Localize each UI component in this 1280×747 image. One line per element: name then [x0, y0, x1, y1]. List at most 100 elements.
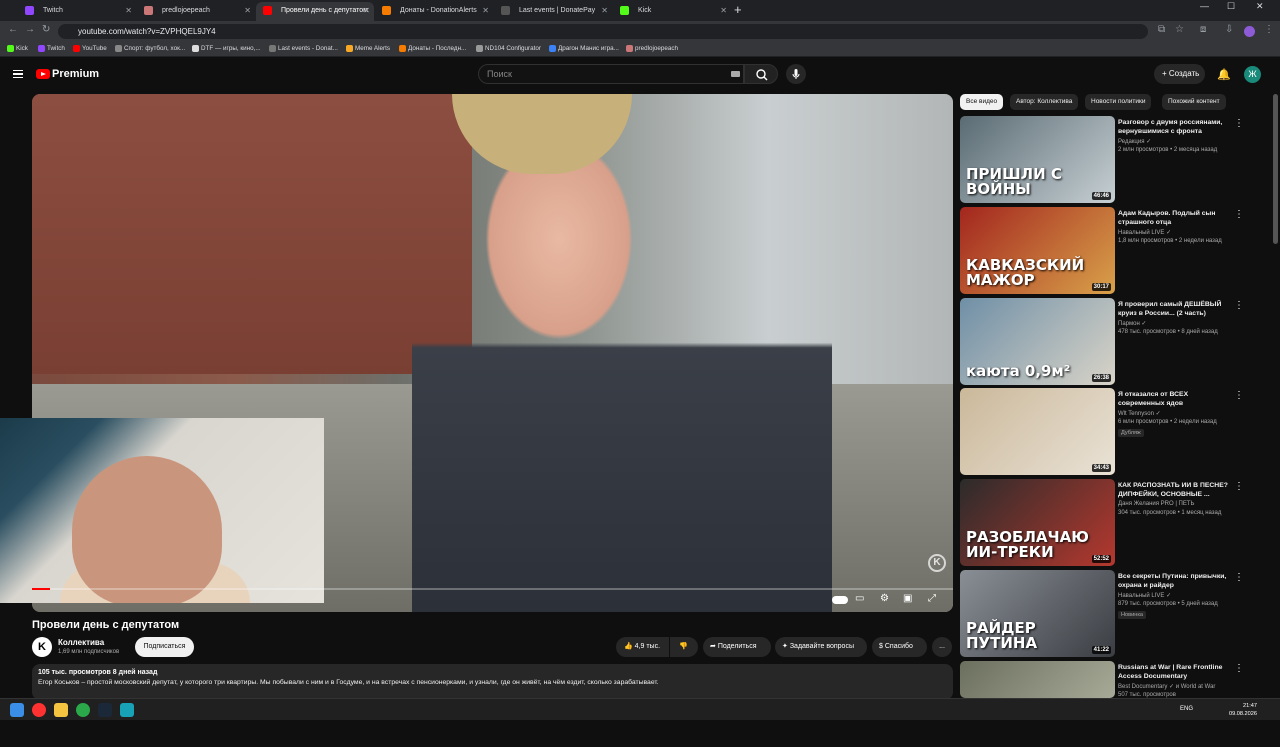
- steam-icon[interactable]: [98, 703, 112, 717]
- search-input[interactable]: Поиск: [478, 64, 744, 84]
- recommendation-card[interactable]: КАВКАЗСКИЙ МАЖОР 30:17 Адам Кадыров. Подлы…: [960, 207, 1270, 294]
- search-button[interactable]: [744, 64, 778, 84]
- yandex-browser-icon[interactable]: [32, 703, 46, 717]
- chip-by-author[interactable]: Автор: Коллектива: [1010, 94, 1079, 110]
- bookmark-item[interactable]: Twitch: [38, 45, 65, 52]
- chip-all-videos[interactable]: Все видео: [960, 94, 1004, 110]
- profile-avatar[interactable]: [1244, 26, 1255, 37]
- notifications-bell-icon[interactable]: 🔔: [1217, 68, 1231, 81]
- file-explorer-icon[interactable]: [54, 703, 68, 717]
- video-thumbnail[interactable]: КАВКАЗСКИЙ МАЖОР 30:17: [960, 207, 1115, 294]
- url-field[interactable]: youtube.com/watch?v=ZVPHQEL9JY4: [58, 24, 1148, 39]
- app-icon[interactable]: [120, 703, 134, 717]
- bookmark-item[interactable]: Kick: [7, 45, 28, 52]
- more-options-icon[interactable]: ⋮: [1234, 390, 1244, 401]
- start-icon[interactable]: [10, 703, 24, 717]
- subtitles-icon[interactable]: ▭: [855, 593, 864, 604]
- close-icon[interactable]: ✕: [601, 2, 608, 19]
- rec-title[interactable]: Разговор с двумя россиянами, вернувшимис…: [1118, 118, 1230, 136]
- bookmark-item[interactable]: YouTube: [73, 45, 107, 52]
- browser-tab[interactable]: Донаты - DonationAlerts ✕: [375, 2, 493, 21]
- rec-channel[interactable]: Wlt Tennyson ✓: [1118, 410, 1161, 417]
- video-thumbnail[interactable]: каюта 0,9м² 26:38: [960, 298, 1115, 385]
- rec-title[interactable]: Я отказался от ВСЕХ современных ядов: [1118, 390, 1230, 408]
- downloads-icon[interactable]: ⇩: [1225, 24, 1233, 35]
- install-icon[interactable]: ⧉: [1158, 24, 1165, 35]
- ask-button[interactable]: ✦ Задавайте вопросы: [775, 637, 867, 657]
- new-tab-button[interactable]: +: [734, 2, 742, 17]
- close-icon[interactable]: ✕: [482, 2, 489, 19]
- clock[interactable]: 21:47 09.08.2026: [1229, 702, 1257, 718]
- browser-tab[interactable]: Twitch ✕: [18, 2, 136, 21]
- progress-bar[interactable]: [32, 588, 953, 590]
- close-icon[interactable]: ✕: [720, 2, 727, 19]
- rec-title[interactable]: Я проверил самый ДЕШЁВЫЙ круиз в России.…: [1118, 300, 1230, 318]
- create-button[interactable]: + Создать: [1154, 64, 1205, 84]
- video-thumbnail[interactable]: ПРИШЛИ С ВОЙНЫ 46:46: [960, 116, 1115, 203]
- video-thumbnail[interactable]: [960, 661, 1115, 698]
- more-options-icon[interactable]: ⋮: [1234, 209, 1244, 220]
- bookmark-item[interactable]: predlojoepeach: [626, 45, 678, 52]
- more-options-icon[interactable]: ⋮: [1234, 118, 1244, 129]
- bookmark-item[interactable]: Драгон Манис игра...: [549, 45, 619, 52]
- fullscreen-icon[interactable]: ⤢: [928, 593, 936, 604]
- bookmark-star-icon[interactable]: ☆: [1175, 24, 1184, 35]
- subscribe-button[interactable]: Подписаться: [135, 637, 194, 657]
- thanks-button[interactable]: $ Спасибо: [872, 637, 927, 657]
- rec-channel[interactable]: Best Documentary ✓ и World at War: [1118, 683, 1215, 690]
- rec-title[interactable]: КАК РАСПОЗНАТЬ ИИ В ПЕСНЕ? ДИПФЕЙКИ, ОСН…: [1118, 481, 1230, 499]
- more-options-icon[interactable]: ⋮: [1234, 572, 1244, 583]
- rec-channel[interactable]: Даня Желания PRO | ПЕТЬ: [1118, 501, 1194, 507]
- browser-tab[interactable]: Last events | DonatePay ✕: [494, 2, 612, 21]
- more-options-icon[interactable]: ⋮: [1234, 663, 1244, 674]
- reload-icon[interactable]: ↻: [42, 24, 50, 35]
- miniplayer-icon[interactable]: ▣: [903, 593, 912, 604]
- more-options-icon[interactable]: ⋮: [1234, 481, 1244, 492]
- maximize-icon[interactable]: ☐: [1227, 1, 1235, 12]
- close-window-icon[interactable]: ✕: [1256, 1, 1264, 12]
- browser-menu-icon[interactable]: ⋮: [1264, 24, 1274, 35]
- chip-similar[interactable]: Похожий контент: [1162, 94, 1226, 110]
- recommendation-card[interactable]: РАЙДЕР ПУТИНА 41:22 Все секреты Путина: пр…: [960, 570, 1270, 657]
- rec-title[interactable]: Адам Кадыров. Подлый сын страшного отца: [1118, 209, 1230, 227]
- youtube-logo-icon[interactable]: [36, 69, 50, 79]
- hamburger-menu-icon[interactable]: [13, 70, 23, 78]
- video-thumbnail[interactable]: РАЗОБЛАЧАЮ ИИ-ТРЕКИ 52:52: [960, 479, 1115, 566]
- chip-politics-news[interactable]: Новости политики: [1085, 94, 1152, 110]
- keyboard-icon[interactable]: [731, 71, 740, 77]
- like-button[interactable]: 👍 4,9 тыс.: [616, 637, 669, 657]
- bookmark-item[interactable]: Донаты - Последн...: [399, 45, 466, 52]
- rec-channel[interactable]: Навальный LIVE ✓: [1118, 229, 1171, 236]
- dislike-button[interactable]: 👎: [670, 637, 698, 657]
- chrome-icon[interactable]: [76, 703, 90, 717]
- description-box[interactable]: 105 тыс. просмотров 8 дней назад Егор Ко…: [32, 664, 953, 700]
- browser-tab[interactable]: Kick ✕: [613, 2, 731, 21]
- rec-title[interactable]: Все секреты Путина: привычки, охрана и р…: [1118, 572, 1230, 590]
- video-thumbnail[interactable]: РАЙДЕР ПУТИНА 41:22: [960, 570, 1115, 657]
- voice-search-button[interactable]: [786, 64, 806, 84]
- autoplay-toggle[interactable]: [832, 596, 848, 604]
- recommendation-card[interactable]: ПРИШЛИ С ВОЙНЫ 46:46 Разговор с двумя росс…: [960, 116, 1270, 203]
- forward-icon[interactable]: →: [25, 24, 35, 35]
- recommendation-card[interactable]: 34:43 Я отказался от ВСЕХ современных ядо…: [960, 388, 1270, 475]
- sidebar-scrollbar[interactable]: [1273, 94, 1278, 244]
- channel-watermark-icon[interactable]: K: [928, 554, 946, 572]
- video-thumbnail[interactable]: 34:43: [960, 388, 1115, 475]
- bookmark-item[interactable]: ND104 Configurator: [476, 45, 541, 52]
- settings-gear-icon[interactable]: ⚙: [880, 593, 889, 604]
- recommendation-card[interactable]: каюта 0,9м² 26:38 Я проверил самый ДЕШЁВЫЙ…: [960, 298, 1270, 385]
- minimize-icon[interactable]: —: [1200, 1, 1209, 11]
- bookmark-item[interactable]: Meme Alerts: [346, 45, 390, 52]
- more-actions-button[interactable]: ...: [932, 637, 952, 657]
- rec-channel[interactable]: Редакция ✓: [1118, 138, 1151, 145]
- browser-tab[interactable]: predlojoepeach ✕: [137, 2, 255, 21]
- close-icon[interactable]: ✕: [363, 2, 370, 19]
- close-icon[interactable]: ✕: [125, 2, 132, 19]
- rec-title[interactable]: Russians at War | Rare Frontline Access …: [1118, 663, 1230, 681]
- close-icon[interactable]: ✕: [244, 2, 251, 19]
- rec-channel[interactable]: Навальный LIVE ✓: [1118, 592, 1171, 599]
- recommendation-card[interactable]: РАЗОБЛАЧАЮ ИИ-ТРЕКИ 52:52 КАК РАСПОЗНАТЬ И…: [960, 479, 1270, 566]
- bookmark-item[interactable]: Спорт: футбол, хок...: [115, 45, 185, 52]
- bookmark-item[interactable]: Last events - Donat...: [269, 45, 338, 52]
- back-icon[interactable]: ←: [8, 24, 18, 35]
